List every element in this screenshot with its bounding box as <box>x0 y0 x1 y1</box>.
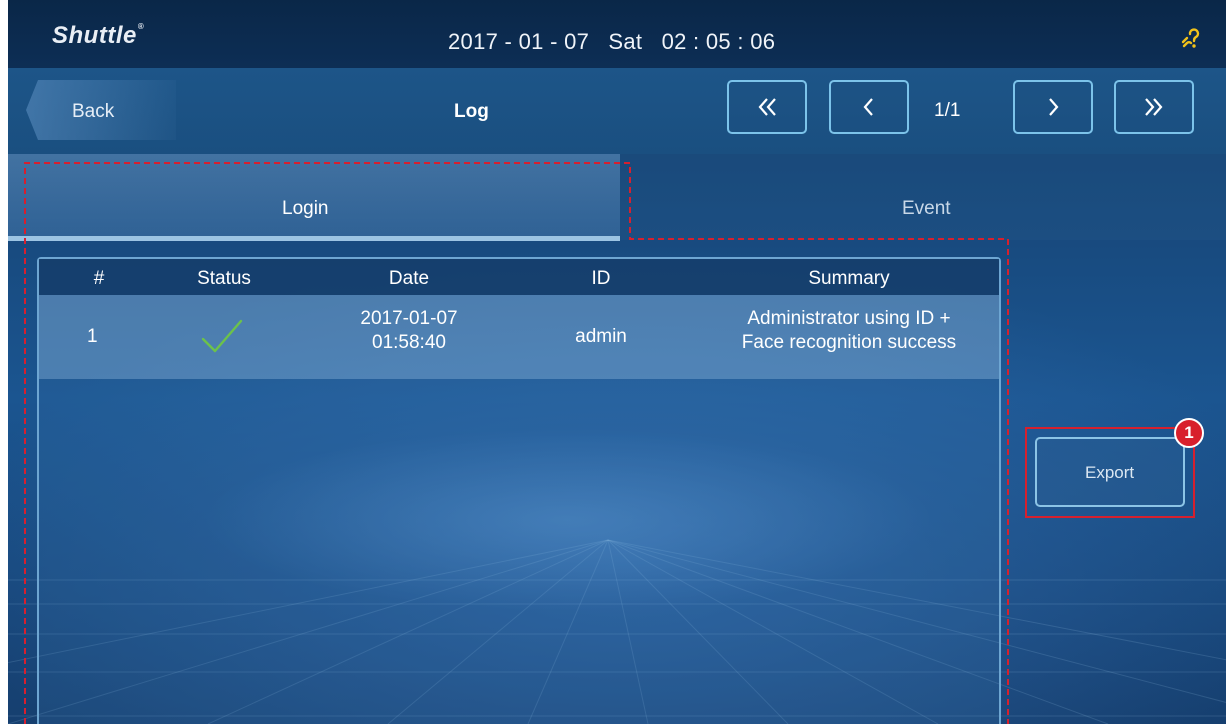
page-indicator: 1/1 <box>934 100 961 121</box>
row-date: 2017-01-07 01:58:40 <box>360 308 458 353</box>
column-header-summary: Summary <box>808 268 890 289</box>
link-question-icon[interactable] <box>1180 26 1206 52</box>
back-label: Back <box>72 101 115 122</box>
table-header: # Status Date ID Summary <box>39 259 999 295</box>
log-tabs: Login Event <box>8 154 1226 241</box>
app-screen: Shuttle® 2017 - 01 - 07 Sat 02 : 05 : 06… <box>8 0 1226 724</box>
tab-event[interactable]: Event <box>620 154 1226 240</box>
status-bar: Shuttle® 2017 - 01 - 07 Sat 02 : 05 : 06 <box>8 0 1226 68</box>
step-number-badge: 1 <box>1174 418 1204 448</box>
date-time-display: 2017 - 01 - 07 Sat 02 : 05 : 06 <box>448 29 776 54</box>
row-id: admin <box>575 326 627 347</box>
tab-login-label: Login <box>282 198 329 219</box>
export-label: Export <box>1085 463 1135 482</box>
column-header-index: # <box>93 268 105 289</box>
column-header-id: ID <box>591 268 611 289</box>
column-header-status: Status <box>197 268 251 289</box>
page-title: Log <box>454 101 489 122</box>
first-page-button[interactable] <box>727 80 807 134</box>
check-icon <box>201 319 243 353</box>
row-index: 1 <box>87 326 98 347</box>
tab-login[interactable]: Login <box>8 154 620 240</box>
tab-event-label: Event <box>902 198 951 219</box>
export-button[interactable]: Export <box>1035 437 1185 507</box>
last-page-button[interactable] <box>1114 80 1194 134</box>
table-row[interactable]: 1 2017-01-07 01:58:40 admin Administrato… <box>39 295 999 379</box>
log-table: # Status Date ID Summary 1 2017-01-07 01… <box>37 257 1001 724</box>
brand-logo: Shuttle® <box>52 22 145 49</box>
row-summary: Administrator using ID + Face recognitio… <box>741 308 957 353</box>
active-tab-indicator <box>8 236 620 241</box>
double-chevron-right-icon <box>1145 98 1163 116</box>
double-chevron-left-icon <box>758 98 776 116</box>
column-header-date: Date <box>388 268 430 289</box>
next-page-button[interactable] <box>1013 80 1093 134</box>
chevron-left-icon <box>863 98 873 116</box>
prev-page-button[interactable] <box>829 80 909 134</box>
nav-bar: Back Log 1/1 <box>8 68 1226 154</box>
chevron-right-icon <box>1049 98 1059 116</box>
